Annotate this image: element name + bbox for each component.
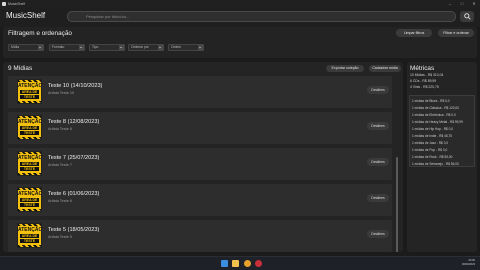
cover-text: TESTE xyxy=(20,203,39,207)
genre-metric-item: 1 mídias de Sertanejo - R$ 56,00 xyxy=(412,162,459,166)
genre-metric-item: 1 mídias de Pop - R$ 0,0 xyxy=(412,148,448,152)
cover-text: ÁREA DE xyxy=(20,234,39,238)
album-cover: ATENÇÃO ÁREA DE TESTE xyxy=(17,115,42,140)
cover-text: ATENÇÃO xyxy=(18,227,42,233)
search-button[interactable] xyxy=(460,11,474,22)
media-artist: Artista Teste 5 xyxy=(48,235,72,239)
cover-text: TESTE xyxy=(20,239,39,243)
album-cover: ATENÇÃO ÁREA DE TESTE xyxy=(17,151,42,176)
media-artist: Artista Teste 8 xyxy=(48,127,72,131)
register-media-button[interactable]: Cadastrar mídia xyxy=(369,65,401,72)
clear-filters-button[interactable]: Limpar filtros xyxy=(396,29,432,37)
cover-text: ATENÇÃO xyxy=(18,191,42,197)
details-button[interactable]: Detalhes xyxy=(367,122,389,130)
export-collection-button[interactable]: Exportar coleção xyxy=(326,65,364,72)
type-select[interactable]: Tipo xyxy=(89,44,125,51)
album-cover: ATENÇÃO ÁREA DE TESTE xyxy=(17,223,42,248)
cover-text: ATENÇÃO xyxy=(18,83,42,89)
chevron-down-icon xyxy=(79,45,84,50)
media-title: Teste 7 (25/07/2023) xyxy=(48,155,100,161)
media-card: ATENÇÃO ÁREA DE TESTE Teste 8 (12/08/2023)… xyxy=(8,112,392,144)
details-button[interactable]: Detalhes xyxy=(367,194,389,202)
filter-title: Filtragem e ordenação xyxy=(8,30,72,37)
order-select[interactable]: Ordem xyxy=(168,44,204,51)
cover-text: TESTE xyxy=(20,95,39,99)
metrics-panel: Métricas 10 Mídias - R$ 310,04 6 CDs - R… xyxy=(407,62,477,252)
cover-text: ÁREA DE xyxy=(20,162,39,166)
os-taskbar: 00:00 00/00/2023 xyxy=(0,256,480,270)
cover-text: ÁREA DE xyxy=(20,126,39,130)
cover-text: TESTE xyxy=(20,131,39,135)
media-title: Teste 8 (12/08/2023) xyxy=(48,119,100,125)
apply-filter-button[interactable]: Filtrar e ordenar xyxy=(438,29,474,37)
cover-text: TESTE xyxy=(20,167,39,171)
maximize-icon[interactable]: □ xyxy=(456,1,468,6)
media-panel: 9 Mídias Exportar coleção Cadastrar mídi… xyxy=(3,62,403,252)
chevron-down-icon xyxy=(119,45,124,50)
album-cover: ATENÇÃO ÁREA DE TESTE xyxy=(17,79,42,104)
metrics-title: Métricas xyxy=(410,65,435,72)
genre-metric-item: 1 mídias de Blues - R$ 0,0 xyxy=(412,99,450,103)
media-artist: Artista Teste 10 xyxy=(48,91,75,95)
media-card: ATENÇÃO ÁREA DE TESTE Teste 10 (14/10/2023… xyxy=(8,76,392,108)
music-app-icon[interactable] xyxy=(255,260,262,267)
media-artist: Artista Teste 6 xyxy=(48,199,72,203)
media-card: ATENÇÃO ÁREA DE TESTE Teste 6 (01/06/2023)… xyxy=(8,184,392,216)
file-explorer-icon[interactable] xyxy=(232,260,239,267)
metrics-summary-total: 10 Mídias - R$ 310,04 xyxy=(410,73,444,77)
filter-panel: Filtragem e ordenação Limpar filtros Fil… xyxy=(3,27,477,58)
media-list-scrollbar[interactable] xyxy=(396,157,398,252)
media-count-title: 9 Mídias xyxy=(8,65,33,72)
genre-metric-item: 1 mídias de Jazz - R$ 0,0 xyxy=(412,141,449,145)
sort-by-select-label: Ordenar por xyxy=(131,45,149,49)
media-title: Teste 10 (14/10/2023) xyxy=(48,83,103,89)
media-title: Teste 6 (01/06/2023) xyxy=(48,191,100,197)
genre-metrics-list: 1 mídias de Blues - R$ 0,0 1 mídias de C… xyxy=(409,95,475,167)
details-button[interactable]: Detalhes xyxy=(367,158,389,166)
app-header: MusicShelf Pesquisar por título/ou... xyxy=(0,7,480,27)
window-titlebar: MusicShelf – □ ✕ xyxy=(0,0,480,7)
genre-metric-item: 1 mídias de Hip Hop - R$ 0,0 xyxy=(412,127,454,131)
format-select-label: Formato xyxy=(52,45,65,49)
cover-text: ATENÇÃO xyxy=(18,119,42,125)
windows-start-icon[interactable] xyxy=(221,260,228,267)
window-controls: – □ ✕ xyxy=(444,1,480,6)
app-icon xyxy=(2,1,6,6)
media-title: Teste 5 (18/05/2023) xyxy=(48,227,100,233)
chevron-down-icon xyxy=(158,45,163,50)
minimize-icon[interactable]: – xyxy=(444,1,456,6)
genre-metric-item: 1 mídias de Indie - R$ 45,75 xyxy=(412,134,453,138)
media-select[interactable]: Mídia xyxy=(8,44,44,51)
media-artist: Artista Teste 7 xyxy=(48,163,72,167)
genre-metric-item: 1 mídias de Eletrônica - R$ 0,0 xyxy=(412,113,456,117)
metrics-summary-cds: 6 CDs - R$ 89,99 xyxy=(410,79,437,83)
sort-by-select[interactable]: Ordenar por xyxy=(128,44,164,51)
browser-icon[interactable] xyxy=(244,260,251,267)
cover-text: ATENÇÃO xyxy=(18,155,42,161)
clock-date: 00/00/2023 xyxy=(462,263,475,266)
window-title: MusicShelf xyxy=(8,1,26,6)
cover-text: ÁREA DE xyxy=(20,198,39,202)
media-card: ATENÇÃO ÁREA DE TESTE Teste 5 (18/05/2023)… xyxy=(8,220,392,252)
cover-text: ÁREA DE xyxy=(20,90,39,94)
format-select[interactable]: Formato xyxy=(49,44,85,51)
search-input[interactable]: Pesquisar por título/ou... xyxy=(67,11,456,22)
chevron-down-icon xyxy=(198,45,203,50)
genre-metric-item: 1 mídias de Heavy Metal - R$ 99,99 xyxy=(412,120,463,124)
order-select-label: Ordem xyxy=(171,45,182,49)
genre-metric-item: 1 mídias de Rock - R$ 55,00 xyxy=(412,155,453,159)
details-button[interactable]: Detalhes xyxy=(367,230,389,238)
media-select-label: Mídia xyxy=(11,45,20,49)
media-card: ATENÇÃO ÁREA DE TESTE Teste 7 (25/07/2023)… xyxy=(8,148,392,180)
genre-metric-item: 1 mídias de Clássica - R$ 120,00 xyxy=(412,106,459,110)
close-icon[interactable]: ✕ xyxy=(468,1,480,6)
type-select-label: Tipo xyxy=(92,45,99,49)
app-title: MusicShelf xyxy=(6,11,46,20)
metrics-summary-vinyls: 4 Vinis - R$ 220,75 xyxy=(410,85,439,89)
album-cover: ATENÇÃO ÁREA DE TESTE xyxy=(17,187,42,212)
details-button[interactable]: Detalhes xyxy=(367,86,389,94)
chevron-down-icon xyxy=(38,45,43,50)
search-icon xyxy=(463,13,471,20)
system-clock[interactable]: 00:00 00/00/2023 xyxy=(462,259,475,267)
